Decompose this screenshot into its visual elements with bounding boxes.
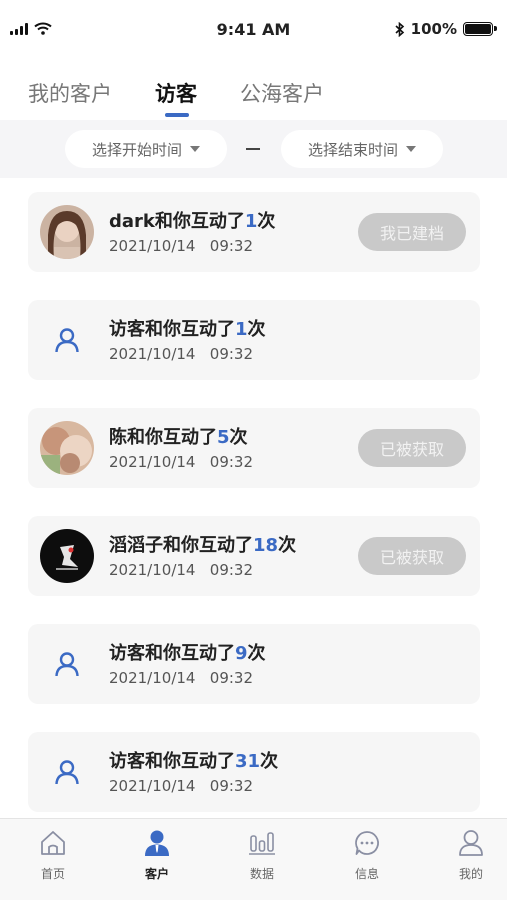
bottom-tab-bar: 首页 客户 数据 信息 我的 (0, 818, 507, 900)
visitor-title: dark和你互动了1次 (109, 211, 276, 232)
nav-data[interactable]: 数据 (222, 829, 302, 882)
active-tab-indicator (165, 113, 189, 117)
avatar (40, 205, 94, 259)
visitor-title: 访客和你互动了9次 (109, 643, 266, 664)
tab-visitors[interactable]: 访客 (155, 78, 197, 108)
visitor-card[interactable]: 访客和你互动了9次 2021/10/14 09:32 (28, 624, 480, 704)
avatar (40, 421, 94, 475)
status-right: 100% (395, 20, 497, 38)
date-range-separator (246, 148, 260, 150)
battery-icon (463, 22, 497, 36)
tab-public-customers[interactable]: 公海客户 (240, 78, 324, 108)
battery-percent: 100% (410, 20, 457, 38)
nav-customers[interactable]: 客户 (117, 829, 197, 882)
visitor-title: 访客和你互动了31次 (109, 751, 279, 772)
visit-time: 2021/10/14 09:32 (109, 669, 254, 687)
end-time-select[interactable]: 选择结束时间 (281, 130, 443, 168)
caret-down-icon (406, 146, 416, 152)
visit-time: 2021/10/14 09:32 (109, 453, 254, 471)
date-filter-bar: 选择开始时间 选择结束时间 (0, 120, 507, 178)
customer-icon (145, 830, 169, 856)
nav-label: 信息 (354, 867, 379, 881)
visit-time: 2021/10/14 09:32 (109, 345, 254, 363)
visitor-card[interactable]: 访客和你互动了1次 2021/10/14 09:32 (28, 300, 480, 380)
start-time-select[interactable]: 选择开始时间 (65, 130, 227, 168)
nav-label: 我的 (458, 867, 483, 881)
claimed-button[interactable]: 已被获取 (358, 429, 466, 467)
visitor-card[interactable]: dark和你互动了1次 2021/10/14 09:32 我已建档 (28, 192, 480, 272)
visitor-title: 访客和你互动了1次 (109, 319, 266, 340)
nav-profile[interactable]: 我的 (431, 829, 507, 882)
home-icon (41, 831, 65, 855)
caret-down-icon (190, 146, 200, 152)
claimed-button[interactable]: 已被获取 (358, 537, 466, 575)
default-user-icon (40, 313, 94, 367)
visitor-title: 陈和你互动了5次 (109, 427, 248, 448)
visitor-card[interactable]: 陈和你互动了5次 2021/10/14 09:32 已被获取 (28, 408, 480, 488)
data-chart-icon (249, 832, 275, 855)
status-bar: 9:41 AM 100% (0, 0, 507, 60)
visitor-card[interactable]: 访客和你互动了31次 2021/10/14 09:32 (28, 732, 480, 812)
default-user-icon (40, 637, 94, 691)
visit-time: 2021/10/14 09:32 (109, 561, 254, 579)
archived-button[interactable]: 我已建档 (358, 213, 466, 251)
nav-label: 数据 (249, 867, 274, 881)
nav-label: 首页 (40, 867, 65, 881)
visitor-card[interactable]: 滔滔子和你互动了18次 2021/10/14 09:32 已被获取 (28, 516, 480, 596)
profile-icon (459, 830, 483, 856)
nav-messages[interactable]: 信息 (327, 829, 407, 882)
message-icon (355, 831, 379, 855)
avatar (40, 529, 94, 583)
tab-my-customers[interactable]: 我的客户 (28, 78, 112, 108)
start-time-label: 选择开始时间 (91, 140, 182, 159)
visitor-list: dark和你互动了1次 2021/10/14 09:32 我已建档 访客和你互动… (0, 178, 507, 818)
end-time-label: 选择结束时间 (307, 140, 398, 159)
nav-label: 客户 (144, 867, 169, 881)
visit-time: 2021/10/14 09:32 (109, 237, 254, 255)
tab-bar: 我的客户 访客 公海客户 (0, 60, 507, 120)
visitor-title: 滔滔子和你互动了18次 (109, 535, 297, 556)
visit-time: 2021/10/14 09:32 (109, 777, 254, 795)
bluetooth-icon (395, 21, 404, 37)
nav-home[interactable]: 首页 (13, 829, 93, 882)
default-user-icon (40, 745, 94, 799)
